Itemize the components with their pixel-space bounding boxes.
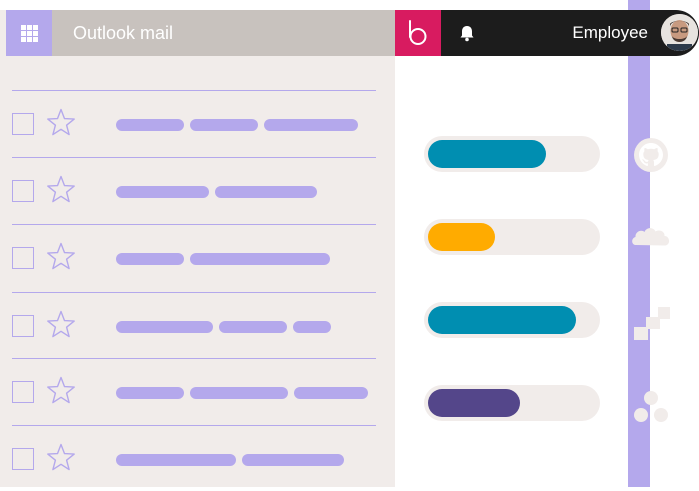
progress-bar-jira bbox=[424, 302, 600, 338]
mail-row[interactable] bbox=[12, 425, 376, 491]
notifications-button[interactable] bbox=[452, 18, 482, 48]
row-checkbox[interactable] bbox=[12, 180, 34, 202]
jira-icon[interactable] bbox=[628, 300, 674, 346]
avatar-image bbox=[661, 14, 698, 51]
progress-fill bbox=[428, 306, 576, 334]
progress-bar-salesforce bbox=[424, 219, 600, 255]
row-checkbox[interactable] bbox=[12, 247, 34, 269]
asana-icon[interactable] bbox=[628, 385, 674, 431]
mail-header-bar bbox=[6, 10, 395, 56]
star-icon[interactable] bbox=[45, 241, 77, 273]
row-divider bbox=[12, 224, 376, 225]
mail-preview-placeholder bbox=[116, 387, 368, 399]
mail-row[interactable] bbox=[12, 292, 376, 358]
b-logo-icon bbox=[409, 20, 427, 45]
mail-row[interactable] bbox=[12, 358, 376, 424]
mail-preview-placeholder bbox=[116, 253, 330, 265]
avatar[interactable] bbox=[661, 14, 698, 51]
row-checkbox[interactable] bbox=[12, 315, 34, 337]
mail-preview-placeholder bbox=[116, 186, 317, 198]
star-icon[interactable] bbox=[45, 174, 77, 206]
row-divider bbox=[12, 292, 376, 293]
mail-preview-placeholder bbox=[116, 321, 331, 333]
row-divider bbox=[12, 157, 376, 158]
progress-bar-asana bbox=[424, 385, 600, 421]
bell-icon bbox=[460, 26, 474, 42]
row-checkbox[interactable] bbox=[12, 448, 34, 470]
mail-row[interactable] bbox=[12, 157, 376, 223]
star-icon[interactable] bbox=[45, 107, 77, 139]
progress-fill bbox=[428, 140, 546, 168]
mail-preview-placeholder bbox=[116, 119, 358, 131]
star-icon[interactable] bbox=[45, 309, 77, 341]
user-name: Employee bbox=[572, 23, 648, 42]
row-divider bbox=[12, 425, 376, 426]
progress-fill bbox=[428, 223, 496, 251]
app-title: Outlook mail bbox=[73, 23, 174, 43]
row-divider bbox=[12, 358, 376, 359]
mail-row[interactable] bbox=[12, 90, 376, 156]
salesforce-cloud-icon[interactable] bbox=[628, 215, 674, 261]
mail-row[interactable] bbox=[12, 224, 376, 290]
star-icon[interactable] bbox=[45, 442, 77, 474]
mail-preview-placeholder bbox=[116, 454, 344, 466]
row-checkbox[interactable] bbox=[12, 113, 34, 135]
star-icon[interactable] bbox=[45, 375, 77, 407]
progress-bar-github bbox=[424, 136, 600, 172]
row-checkbox[interactable] bbox=[12, 381, 34, 403]
app-launcher-button[interactable] bbox=[6, 10, 52, 56]
github-icon[interactable] bbox=[628, 132, 674, 178]
progress-fill bbox=[428, 389, 521, 417]
row-divider bbox=[12, 90, 376, 91]
brand-button[interactable] bbox=[395, 10, 441, 56]
